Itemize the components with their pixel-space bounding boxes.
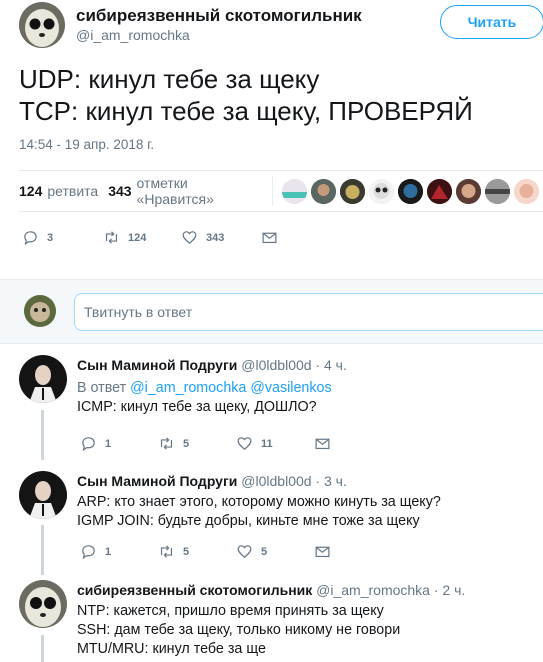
tweet-timestamp[interactable]: 14:54 - 19 апр. 2018 г. [19,137,154,152]
like-count: 5 [261,545,268,558]
reply-text-line: SSH: дам тебе за щеку, только никому не … [77,622,401,638]
reply-icon [24,231,37,246]
liker-avatar[interactable] [369,178,394,204]
envelope-icon [315,546,330,558]
reply-body: NTP: кажется, пришло время принять за ще… [77,602,400,659]
tweet-text-line: UDP: кинул тебе за щеку [19,64,320,94]
reply-text-line: NTP: кажется, пришло время принять за ще… [77,603,384,619]
reply-avatar[interactable] [19,580,67,628]
retweets-count[interactable]: 124 [19,183,42,199]
reply-count: 3 [47,231,54,244]
retweet-count: 5 [183,437,190,450]
reply-text-line: MTU/MRU: кинул тебе за ще [77,641,266,657]
retweet-action[interactable]: 124 [103,229,181,246]
thread-connector [41,410,44,460]
heart-icon [237,437,252,450]
like-count: 343 [206,231,225,244]
reply-text-line: ICMP: кинул тебе за щеку, ДОШЛО? [77,399,317,415]
tweet-actions: 3 124 343 [22,229,286,246]
author-handle[interactable]: @i_am_romochka [76,27,190,43]
reply-tweet[interactable]: сибиреязвенный скотомогильник @i_am_romo… [0,580,543,662]
retweets-label[interactable]: ретвита [47,183,98,199]
retweet-count: 124 [128,231,147,244]
reply-author-name[interactable]: Сын Маминой Подруги [77,473,237,489]
reply-icon [82,545,95,560]
reply-count: 1 [105,545,112,558]
reply-header: сибиреязвенный скотомогильник @i_am_romo… [77,582,465,598]
stats-divider [272,176,273,206]
likers-avatars [282,178,543,204]
reply-action[interactable]: 3 [22,229,103,246]
retweet-icon [105,231,118,244]
liker-avatar[interactable] [311,178,336,204]
current-user-avatar [24,295,56,327]
reply-icon [82,437,95,452]
heart-icon [237,545,252,558]
reply-time[interactable]: · 4 ч. [315,357,346,373]
in-reply-to: В ответ @i_am_romochka @vasilenkos [77,379,332,398]
in-reply-users-link[interactable]: @i_am_romochka @vasilenkos [130,380,331,396]
in-reply-prefix: В ответ [77,380,127,396]
likes-count[interactable]: 343 [108,183,131,199]
likes-label[interactable]: отметки «Нравится» [137,175,261,207]
liker-avatar[interactable] [282,178,307,204]
reply-count: 1 [105,437,112,450]
dm-action[interactable] [261,229,286,246]
reply-author-handle[interactable]: @i_am_romochka [316,582,430,598]
liker-avatar[interactable] [398,178,423,204]
reply-author-handle[interactable]: @l0ldbl00d [241,357,311,373]
reply-author-name[interactable]: Сын Маминой Подруги [77,357,237,373]
tweet-text: UDP: кинул тебе за щеку TCP: кинул тебе … [19,63,473,127]
reply-body: ARP: кто знает этого, которому можно кин… [77,493,441,531]
reply-actions: 1 5 5 [80,543,339,560]
reply-author-handle[interactable]: @l0ldbl00d [241,473,311,489]
follow-button[interactable]: Читать [440,5,543,39]
liker-avatar[interactable] [485,178,510,204]
retweet-action[interactable]: 5 [158,543,236,560]
thread-connector [41,525,44,575]
like-action[interactable]: 343 [181,229,261,246]
reply-time[interactable]: · 2 ч. [434,582,465,598]
dm-action[interactable] [314,435,339,452]
reply-text-line: IGMP JOIN: будьте добры, киньте мне тоже… [77,513,420,529]
reply-action[interactable]: 1 [80,543,158,560]
liker-avatar[interactable] [514,178,539,204]
reply-time[interactable]: · 3 ч. [315,473,346,489]
reply-header: Сын Маминой Подруги @l0ldbl00d · 3 ч. [77,473,347,489]
tweet-text-line: TCP: кинул тебе за щеку, ПРОВЕРЯЙ [19,96,473,126]
author-avatar[interactable] [19,2,65,48]
thread-connector [41,635,44,662]
reply-text-line: ARP: кто знает этого, которому можно кин… [77,494,441,510]
like-count: 11 [261,437,273,450]
retweet-count: 5 [183,545,190,558]
like-action[interactable]: 5 [236,543,314,560]
reply-tweet[interactable]: Сын Маминой Подруги @l0ldbl00d · 3 ч. AR… [0,471,543,571]
reply-header: Сын Маминой Подруги @l0ldbl00d · 4 ч. [77,357,347,373]
reply-composer: Твитнуть в ответ [0,279,543,344]
retweet-action[interactable]: 5 [158,435,236,452]
reply-body: В ответ @i_am_romochka @vasilenkos ICMP:… [77,379,332,417]
like-action[interactable]: 11 [236,435,314,452]
dm-action[interactable] [314,543,339,560]
retweet-icon [160,545,173,558]
liker-avatar[interactable] [340,178,365,204]
reply-tweet[interactable]: Сын Маминой Подруги @l0ldbl00d · 4 ч. В … [0,355,543,455]
tweet-header: сибиреязвенный скотомогильник @i_am_romo… [19,2,543,50]
envelope-icon [315,438,330,450]
reply-avatar[interactable] [19,355,67,403]
liker-avatar[interactable] [427,178,452,204]
reply-author-name[interactable]: сибиреязвенный скотомогильник [77,582,312,598]
reply-input[interactable]: Твитнуть в ответ [74,293,543,331]
reply-actions: 1 5 11 [80,435,339,452]
heart-icon [182,231,197,244]
tweet-stats: 124 ретвита 343 отметки «Нравится» [19,170,543,212]
author-name[interactable]: сибиреязвенный скотомогильник [76,6,362,26]
liker-avatar[interactable] [456,178,481,204]
reply-avatar[interactable] [19,471,67,519]
retweet-icon [160,437,173,450]
envelope-icon [262,232,277,244]
reply-action[interactable]: 1 [80,435,158,452]
